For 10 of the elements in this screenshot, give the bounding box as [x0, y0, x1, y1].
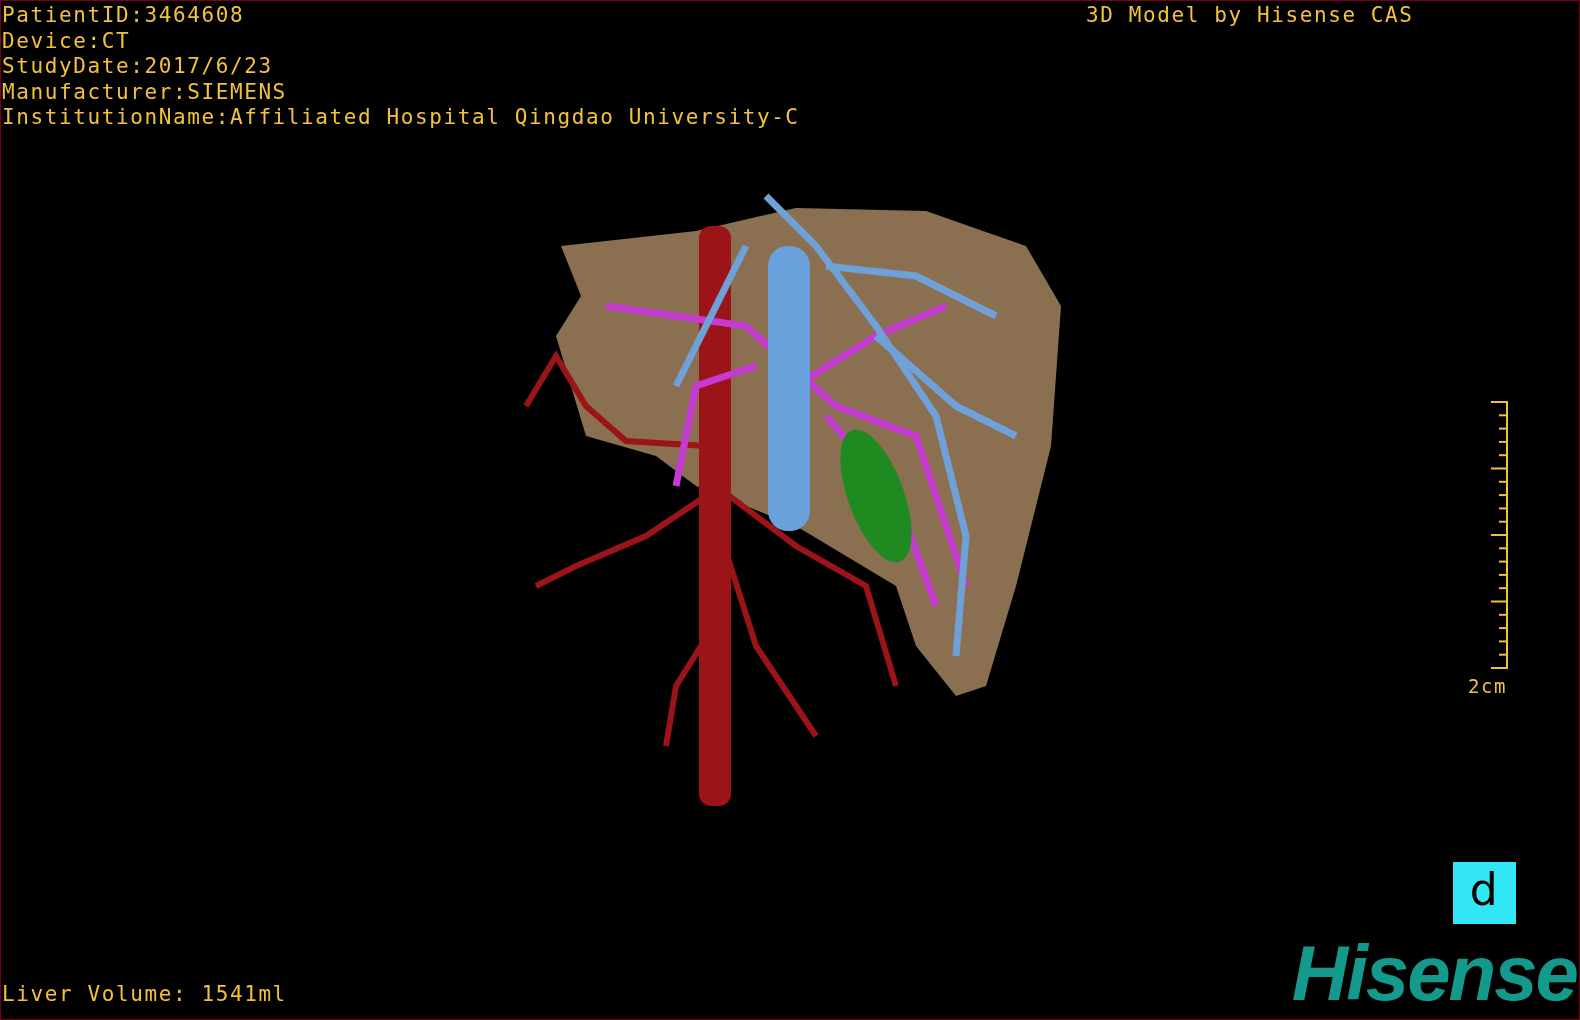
patient-info-text: Device:CT: [2, 28, 132, 54]
patient-info-text: PatientID:3464608: [2, 3, 246, 29]
model-credit-text: 3D Model by Hisense CAS: [1086, 3, 1414, 29]
liver-volume-text: Liver Volume: 1541ml: [2, 982, 287, 1007]
brand-logo: Hisense: [1291, 937, 1577, 1009]
scale-label: 2cm: [1467, 675, 1507, 697]
patient-info-text: Manufacturer:SIEMENS: [2, 79, 288, 105]
patient-info-text: InstitutionName:Affiliated Hospital Qingdao University-C: [2, 105, 800, 131]
patient-info-text: StudyDate:2017/6/23: [2, 54, 274, 80]
orientation-marker: d: [1453, 862, 1516, 924]
